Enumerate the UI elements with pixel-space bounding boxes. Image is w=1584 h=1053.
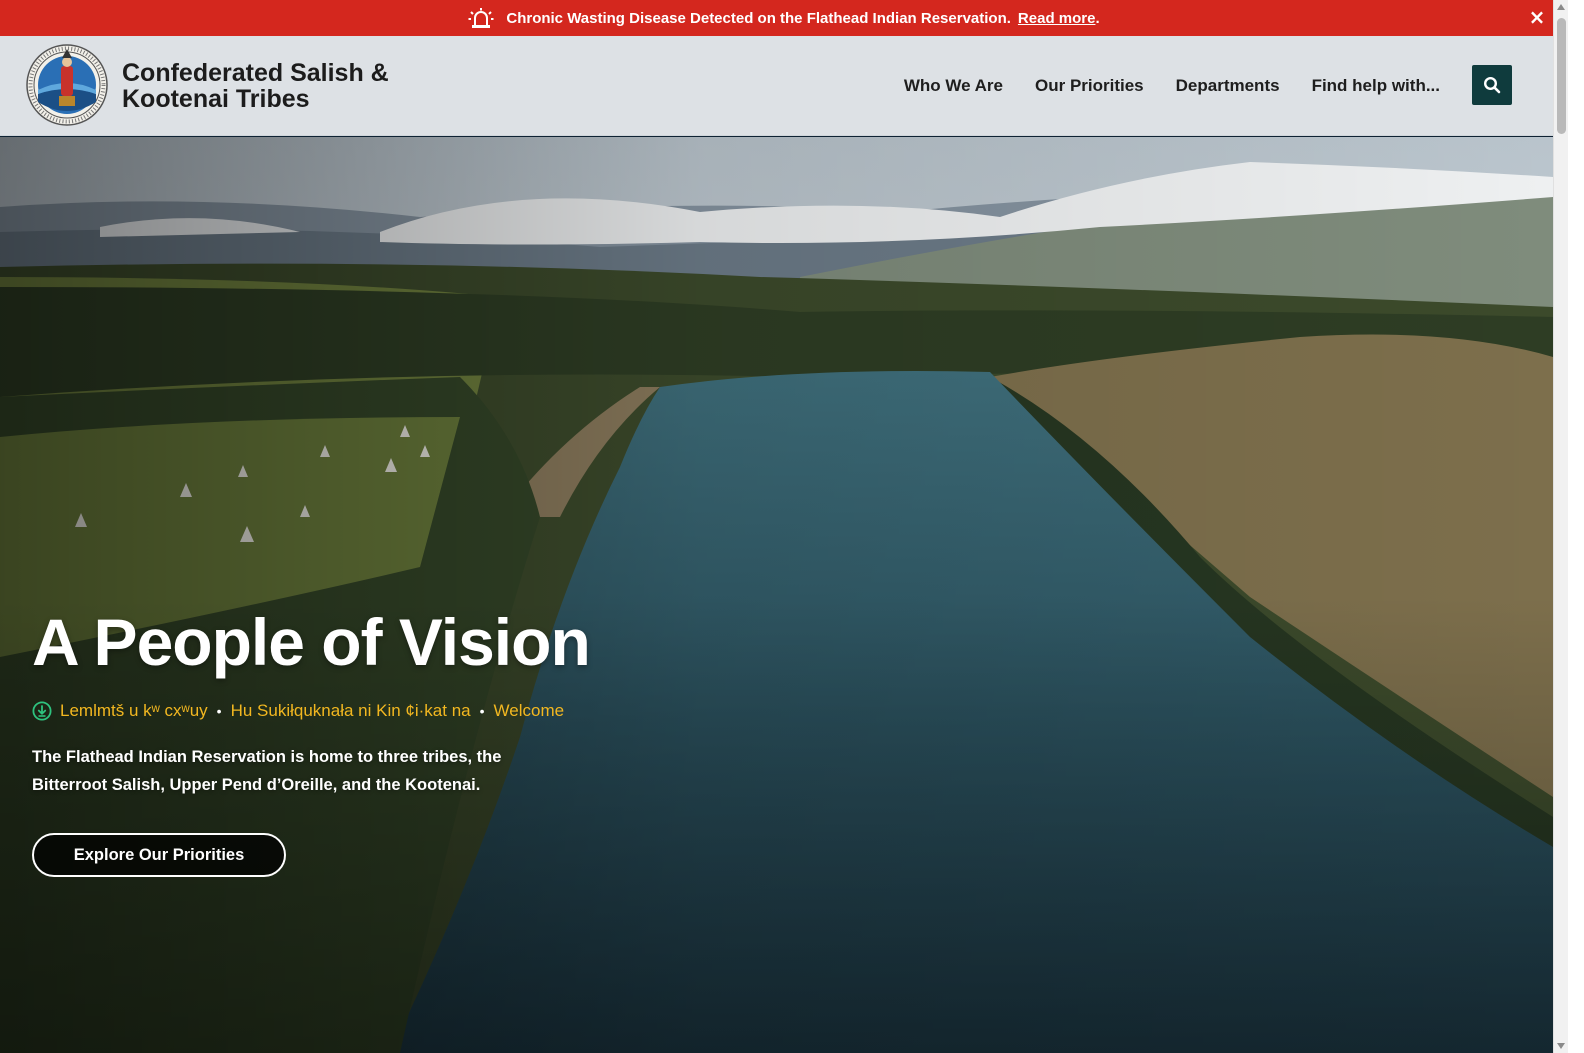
greeting-kootenai[interactable]: Hu Sukiłquknała ni Kin ¢i·kat na [231, 701, 471, 721]
page-scrollbar[interactable] [1553, 0, 1568, 1053]
nav-our-priorities[interactable]: Our Priorities [1035, 76, 1144, 96]
search-button[interactable] [1472, 65, 1512, 105]
hero-section: A People of Vision Lemlmtš u kʷ cxʷuy • … [0, 137, 1553, 1053]
tribal-seal-logo[interactable] [26, 44, 108, 126]
brand-name[interactable]: Confederated Salish & Kootenai Tribes [122, 60, 442, 112]
hero-description: The Flathead Indian Reservation is home … [32, 748, 502, 794]
scroll-down-arrow-icon[interactable] [1557, 1043, 1565, 1049]
greeting-salish[interactable]: Lemlmtš u kʷ cxʷuy [60, 701, 208, 721]
alert-trailing-period: . [1095, 9, 1100, 27]
greeting-separator: • [479, 703, 485, 719]
nav-who-we-are[interactable]: Who We Are [904, 76, 1003, 96]
scroll-up-arrow-icon[interactable] [1557, 4, 1565, 10]
site-header: Confederated Salish & Kootenai Tribes Wh… [0, 36, 1568, 136]
close-icon[interactable]: × [1528, 7, 1546, 27]
explore-priorities-button[interactable]: Explore Our Priorities [32, 833, 286, 877]
alert-read-more-link[interactable]: Read more [1018, 10, 1096, 27]
language-greetings: Lemlmtš u kʷ cxʷuy • Hu Sukiłquknała ni … [32, 701, 632, 721]
nav-departments[interactable]: Departments [1176, 76, 1280, 96]
main-nav: Who We Are Our Priorities Departments Fi… [872, 36, 1440, 136]
hero-title: A People of Vision [32, 605, 591, 679]
siren-icon [468, 7, 494, 29]
scrollbar-thumb[interactable] [1557, 18, 1566, 134]
hero-landscape-image [0, 137, 1553, 1053]
search-icon [1483, 76, 1501, 94]
nav-find-help-with[interactable]: Find help with... [1312, 76, 1440, 96]
alert-banner: Chronic Wasting Disease Detected on the … [0, 0, 1568, 36]
greeting-separator: • [216, 703, 222, 719]
window-edge [1568, 0, 1584, 1053]
alert-text: Chronic Wasting Disease Detected on the … [506, 9, 1011, 27]
greeting-english[interactable]: Welcome [494, 701, 565, 721]
hero-content: A People of Vision Lemlmtš u kʷ cxʷuy • … [32, 607, 632, 877]
audio-play-icon[interactable] [32, 701, 52, 721]
